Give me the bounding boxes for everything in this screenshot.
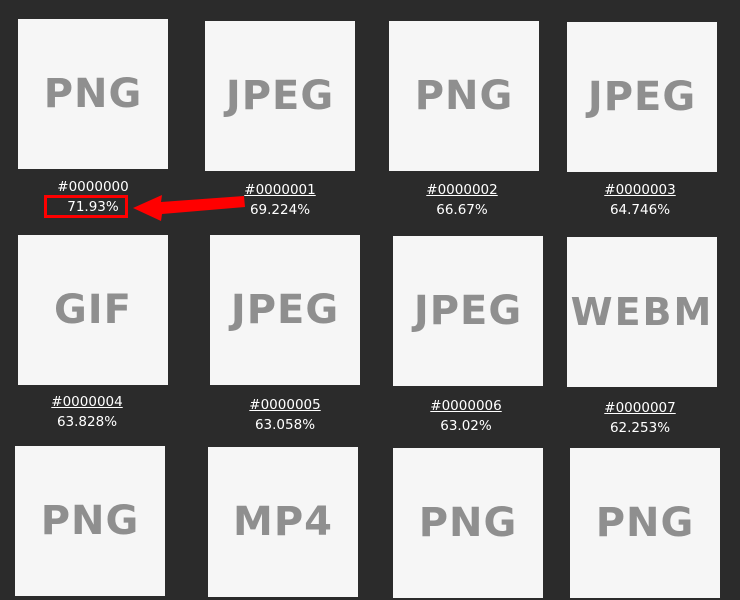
result-id-link[interactable]: #0000002 (426, 180, 497, 200)
thumbnail-6[interactable]: JPEG (393, 236, 543, 386)
file-type-label: PNG (43, 71, 143, 117)
file-type-label: WEBM (570, 290, 714, 334)
caption-2: #0000002 66.67% (382, 180, 542, 220)
similarity-score: 63.058% (254, 417, 316, 433)
thumbnail-11[interactable]: PNG (570, 448, 720, 598)
caption-5: #0000005 63.058% (205, 395, 365, 435)
result-id-link[interactable]: #0000005 (249, 395, 320, 415)
thumbnail-9[interactable]: MP4 (208, 447, 358, 597)
thumbnail-1[interactable]: JPEG (205, 21, 355, 171)
similarity-score: 63.828% (56, 414, 118, 430)
file-type-label: PNG (40, 498, 140, 544)
file-type-label: PNG (414, 73, 514, 119)
thumbnail-7[interactable]: WEBM (567, 237, 717, 387)
highlight-box (44, 195, 128, 218)
file-type-label: GIF (53, 287, 133, 333)
thumbnail-3[interactable]: JPEG (567, 22, 717, 172)
result-id-link[interactable]: #0000006 (430, 396, 501, 416)
file-type-label: JPEG (587, 74, 697, 120)
thumbnail-4[interactable]: GIF (18, 235, 168, 385)
result-id-link[interactable]: #0000004 (51, 392, 122, 412)
thumbnail-0[interactable]: PNG (18, 19, 168, 169)
thumbnail-10[interactable]: PNG (393, 448, 543, 598)
caption-4: #0000004 63.828% (7, 392, 167, 432)
thumbnail-2[interactable]: PNG (389, 21, 539, 171)
thumbnail-8[interactable]: PNG (15, 446, 165, 596)
similarity-score: 63.02% (440, 418, 492, 434)
caption-7: #0000007 62.253% (560, 398, 720, 438)
file-type-label: JPEG (225, 73, 335, 119)
similarity-score: 62.253% (609, 420, 671, 436)
similarity-score: 66.67% (436, 202, 488, 218)
caption-1: #0000001 69.224% (200, 180, 360, 220)
caption-3: #0000003 64.746% (560, 180, 720, 220)
similarity-score: 64.746% (609, 202, 671, 218)
file-type-label: MP4 (233, 499, 333, 545)
file-type-label: PNG (418, 500, 518, 546)
result-id-link[interactable]: #0000001 (244, 180, 315, 200)
similarity-score: 69.224% (249, 202, 311, 218)
result-id-link[interactable]: #0000007 (604, 398, 675, 418)
thumbnail-5[interactable]: JPEG (210, 235, 360, 385)
result-id-link[interactable]: #0000000 (57, 177, 128, 197)
file-type-label: PNG (595, 500, 695, 546)
file-type-label: JPEG (413, 288, 523, 334)
results-grid: PNG #0000000 71.93% JPEG #0000001 69.224… (0, 0, 740, 600)
caption-6: #0000006 63.02% (386, 396, 546, 436)
result-id-link[interactable]: #0000003 (604, 180, 675, 200)
file-type-label: JPEG (230, 287, 340, 333)
